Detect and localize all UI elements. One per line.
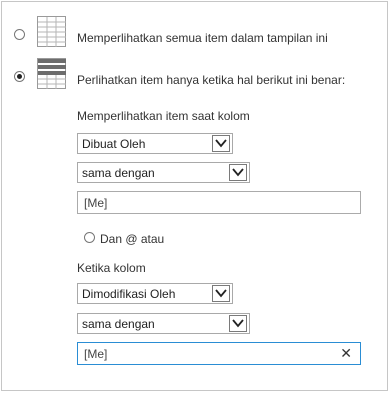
- list-view-icon: [37, 16, 66, 47]
- and-or-label: Dan @ atau: [100, 232, 165, 246]
- chevron-down-icon[interactable]: [212, 285, 230, 302]
- clear-icon[interactable]: ✕: [340, 346, 352, 360]
- condition2-column-value: Dimodifikasi Oleh: [82, 287, 176, 301]
- condition1-value-input[interactable]: [Me]: [77, 191, 361, 214]
- chevron-down-icon[interactable]: [229, 315, 247, 332]
- and-or-radio[interactable]: [84, 232, 95, 243]
- condition2-heading: Ketika kolom: [77, 261, 146, 275]
- show-conditional-label: Perlihatkan item hanya ketika hal beriku…: [77, 73, 346, 87]
- show-all-radio[interactable]: [14, 29, 25, 40]
- condition2-value-text: [Me]: [84, 347, 108, 361]
- condition1-column-select[interactable]: Dibuat Oleh: [77, 133, 233, 154]
- show-all-label: Memperlihatkan semua item dalam tampilan…: [77, 31, 328, 45]
- condition1-heading: Memperlihatkan item saat kolom: [77, 109, 250, 123]
- condition1-operator-select[interactable]: sama dengan: [77, 162, 250, 183]
- condition2-operator-select[interactable]: sama dengan: [77, 313, 250, 334]
- condition1-value-text: [Me]: [84, 196, 108, 210]
- show-conditional-radio[interactable]: [14, 71, 25, 82]
- filtered-list-icon: [37, 58, 66, 89]
- chevron-down-icon[interactable]: [229, 164, 247, 181]
- condition2-value-input[interactable]: [Me] ✕: [77, 342, 361, 365]
- condition1-column-value: Dibuat Oleh: [82, 137, 146, 151]
- condition1-operator-value: sama dengan: [82, 166, 155, 180]
- chevron-down-icon[interactable]: [212, 135, 230, 152]
- condition2-operator-value: sama dengan: [82, 317, 155, 331]
- condition2-column-select[interactable]: Dimodifikasi Oleh: [77, 283, 233, 304]
